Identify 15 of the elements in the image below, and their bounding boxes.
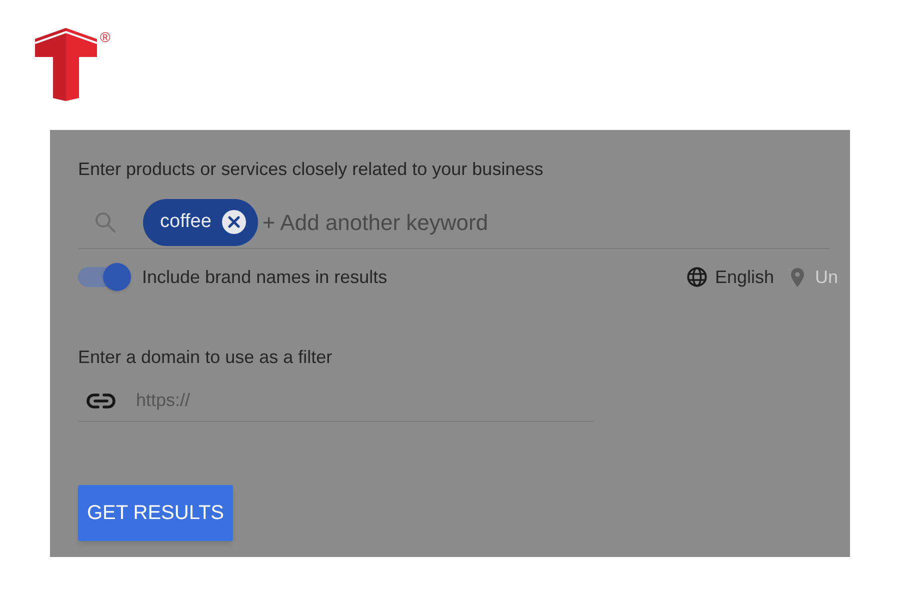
registered-mark: ®	[100, 30, 110, 44]
keyword-chip[interactable]: coffee	[143, 198, 258, 246]
keywords-label: Enter products or services closely related to your business	[78, 158, 544, 180]
keyword-input[interactable]: + Add another keyword	[262, 206, 830, 238]
search-icon	[94, 211, 116, 233]
get-results-button[interactable]: GET RESULTS	[78, 485, 233, 541]
remove-icon[interactable]	[222, 210, 246, 234]
t-logo-icon	[35, 28, 97, 101]
language-label[interactable]: English	[714, 264, 774, 290]
domain-label: Enter a domain to use as a filter	[78, 346, 332, 368]
link-icon	[86, 392, 116, 408]
brand-toggle[interactable]	[78, 263, 131, 291]
map-pin-icon	[790, 268, 804, 286]
globe-icon	[686, 267, 707, 287]
brand-toggle-label: Include brand names in results	[142, 266, 388, 288]
